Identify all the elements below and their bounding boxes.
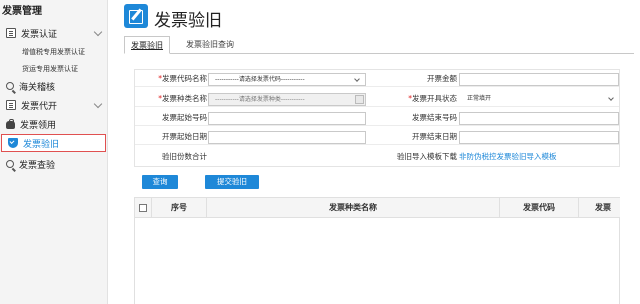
- search-icon: [6, 82, 14, 90]
- sidebar-item-invoice-auth[interactable]: 发票认证: [0, 24, 107, 42]
- submit-verify-button[interactable]: 提交验旧: [205, 175, 259, 189]
- invoice-type-label: *发票种类名称: [158, 94, 207, 103]
- end-date-label: 开票结束日期: [412, 132, 457, 141]
- sidebar-item-label: 发票认证: [21, 29, 58, 40]
- total-count-label: 验旧份数合计: [162, 152, 207, 161]
- sidebar-item-invoice-check[interactable]: 发票查验: [0, 155, 107, 173]
- chevron-down-icon: [608, 94, 614, 101]
- chevron-down-icon: [93, 99, 103, 109]
- verify-form: *发票代码名称 -----------请选择发票代码----------- 开票…: [134, 69, 620, 167]
- sidebar-subitem-freight-auth[interactable]: 货运专用发票认证: [22, 64, 78, 74]
- select-all-checkbox[interactable]: [139, 204, 147, 212]
- invoice-code-select[interactable]: -----------请选择发票代码-----------: [208, 72, 366, 86]
- chevron-down-icon: [354, 75, 360, 82]
- sidebar-title: 发票管理: [2, 6, 42, 17]
- invoice-status-select[interactable]: 正常填开: [459, 92, 619, 106]
- document-icon: [6, 28, 16, 38]
- form-row: 发票起始号码 发票结束号码: [135, 110, 619, 126]
- sidebar-subitem-vat-auth[interactable]: 增值税专用发票认证: [22, 47, 85, 57]
- form-row: *发票种类名称 -----------请选择发票种类----------- *发…: [135, 91, 619, 107]
- form-row: 开票起始日期 开票结束日期: [135, 129, 619, 145]
- end-date-input[interactable]: [459, 130, 619, 144]
- form-row: 验旧份数合计 验旧导入模板下载 非防伪税控发票验旧导入模板: [135, 149, 619, 165]
- column-header-invoice-number: 发票: [595, 203, 611, 212]
- sidebar-item-label: 发票代开: [21, 101, 58, 112]
- sidebar-item-label: 发票验旧: [23, 139, 60, 150]
- tab-verify-old[interactable]: 发票验旧: [124, 36, 170, 54]
- invoice-type-select[interactable]: -----------请选择发票种类-----------: [208, 92, 366, 106]
- chevron-down-icon: [93, 27, 103, 37]
- column-header-index: 序号: [152, 198, 207, 218]
- sidebar-item-label: 发票领用: [20, 120, 57, 131]
- form-row: *发票代码名称 -----------请选择发票代码----------- 开票…: [135, 71, 619, 87]
- invoice-status-label: *发票开具状态: [408, 94, 457, 103]
- sidebar-item-label: 海关稽核: [19, 82, 56, 93]
- sidebar: 发票管理 发票认证 增值税专用发票认证 货运专用发票认证 海关稽核 发票代开 发…: [0, 0, 108, 304]
- end-number-label: 发票结束号码: [412, 113, 457, 122]
- document-icon: [6, 100, 16, 110]
- start-number-label: 发票起始号码: [162, 113, 207, 122]
- invoice-code-label: *发票代码名称: [158, 74, 207, 83]
- shield-icon: [8, 138, 18, 148]
- sidebar-item-invoice-issue-proxy[interactable]: 发票代开: [0, 96, 107, 114]
- select-all-cell: [135, 198, 152, 218]
- column-header-invoice-code: 发票代码: [500, 198, 579, 218]
- search-icon: [6, 160, 14, 168]
- tab-verify-old-query[interactable]: 发票验旧查询: [180, 36, 240, 54]
- bag-icon: [6, 119, 15, 129]
- column-header-type-name: 发票种类名称: [207, 198, 500, 218]
- invoice-amount-label: 开票金额: [427, 74, 457, 83]
- template-download-label: 验旧导入模板下载: [397, 152, 457, 161]
- template-download-link[interactable]: 非防伪税控发票验旧导入模板: [459, 149, 557, 165]
- sidebar-item-customs-audit[interactable]: 海关稽核: [0, 77, 107, 95]
- start-date-input[interactable]: [208, 130, 366, 144]
- end-number-input[interactable]: [459, 111, 619, 125]
- page-title: 发票验旧: [154, 11, 222, 31]
- table-header: 序号 发票种类名称 发票代码 发票: [135, 198, 620, 218]
- edit-icon: [124, 4, 148, 28]
- query-button[interactable]: 查询: [142, 175, 178, 189]
- tab-bar: 发票验旧 发票验旧查询: [124, 36, 634, 54]
- result-table: 序号 发票种类名称 发票代码 发票: [134, 197, 620, 304]
- start-number-input[interactable]: [208, 111, 366, 125]
- start-date-label: 开票起始日期: [162, 132, 207, 141]
- chevron-down-icon: [355, 94, 364, 104]
- sidebar-item-label: 发票查验: [19, 160, 56, 171]
- sidebar-item-invoice-verify-old[interactable]: 发票验旧: [1, 134, 106, 152]
- invoice-amount-input[interactable]: [459, 72, 619, 86]
- sidebar-item-invoice-collect[interactable]: 发票领用: [0, 115, 107, 133]
